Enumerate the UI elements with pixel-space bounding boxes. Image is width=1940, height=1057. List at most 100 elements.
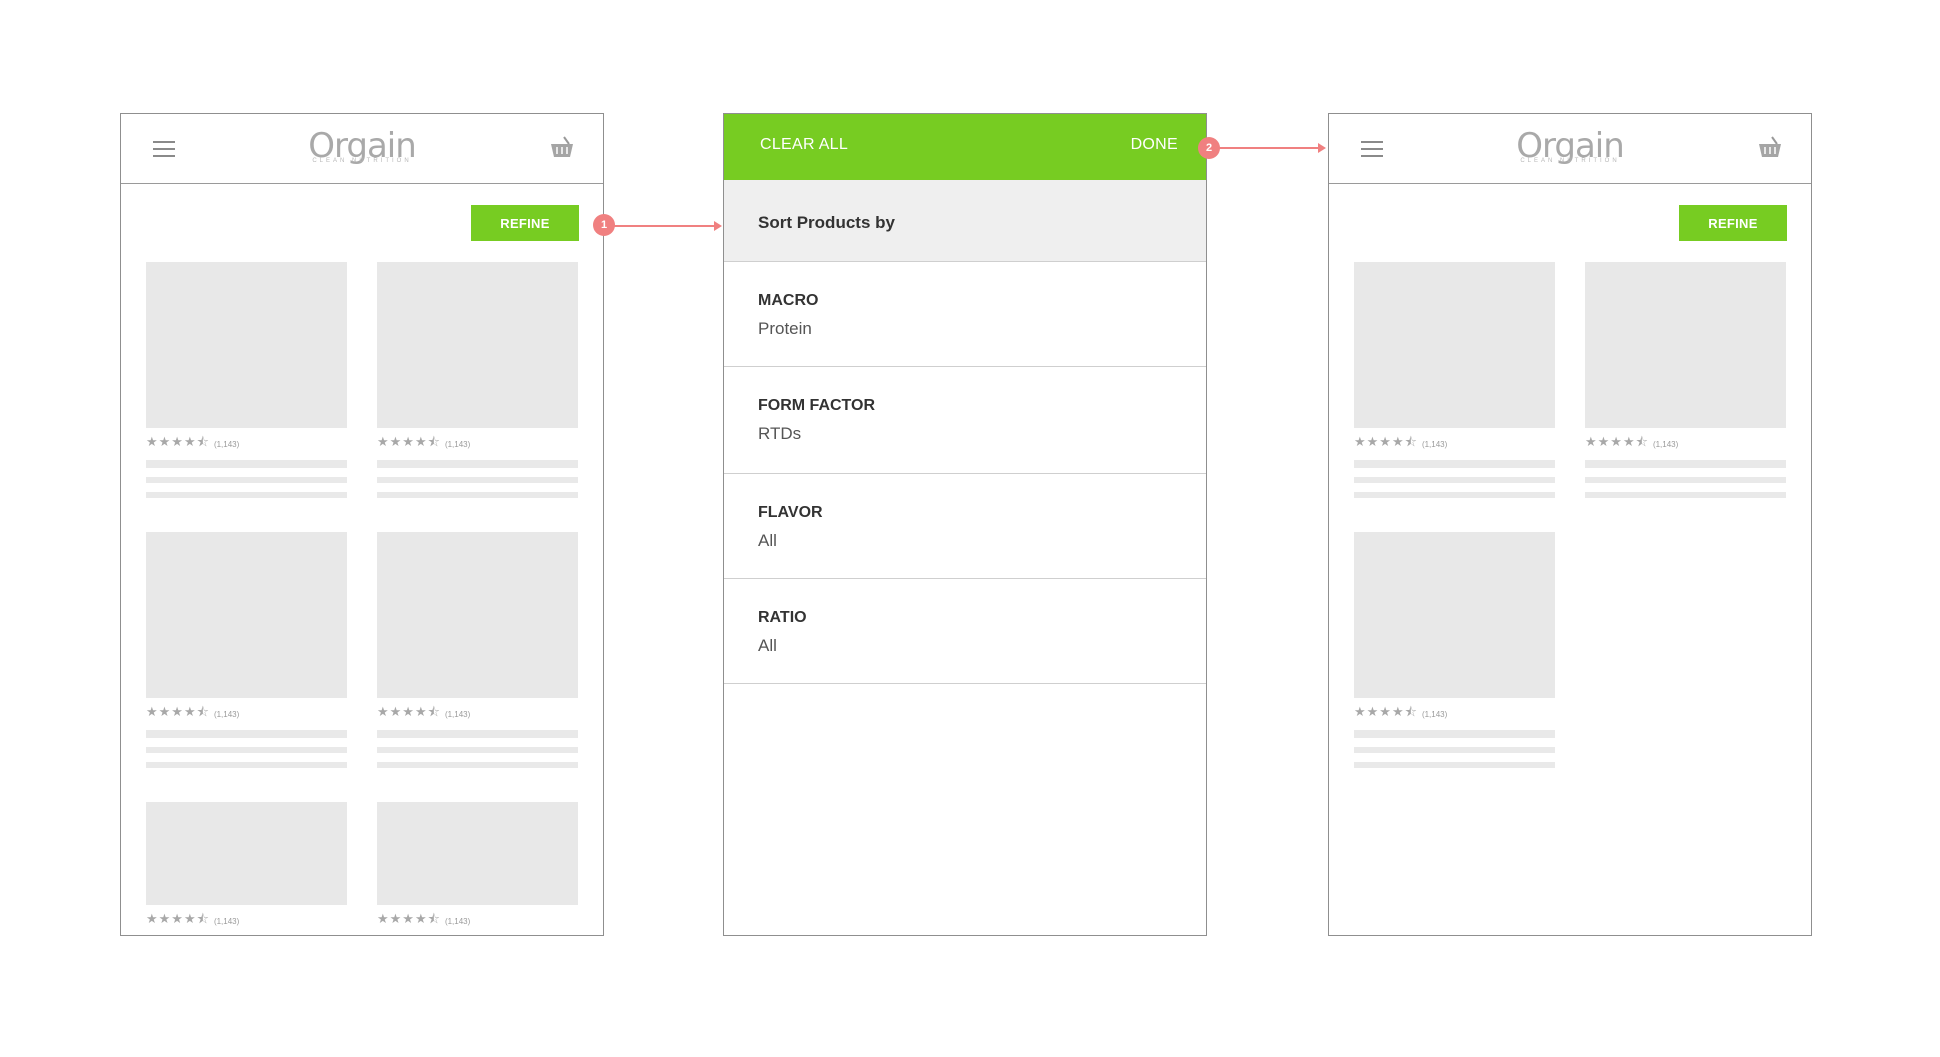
- filter-row-ratio[interactable]: RATIO All: [724, 579, 1206, 684]
- sort-products-header[interactable]: Sort Products by: [724, 180, 1206, 262]
- basket-icon[interactable]: [1757, 134, 1783, 160]
- product-text-placeholder: [1354, 762, 1555, 768]
- product-title-placeholder: [1585, 460, 1786, 468]
- product-card[interactable]: ★★★★⯪ (1,143): [146, 262, 347, 498]
- filter-value: All: [758, 636, 777, 655]
- product-image-placeholder: [146, 262, 347, 428]
- star-rating-icon: ★★★★⯪: [146, 435, 210, 450]
- basket-icon[interactable]: [549, 134, 575, 160]
- review-count: (1,143): [213, 916, 240, 926]
- star-rating-icon: ★★★★⯪: [146, 912, 210, 927]
- star-rating-icon: ★★★★⯪: [377, 705, 441, 720]
- product-title-placeholder: [377, 460, 578, 468]
- filter-title: FLAVOR: [758, 504, 823, 521]
- product-image-placeholder: [1585, 262, 1786, 428]
- star-rating-icon: ★★★★⯪: [377, 435, 441, 450]
- product-image-placeholder: [377, 802, 578, 905]
- product-image-placeholder: [377, 532, 578, 698]
- product-text-placeholder: [377, 762, 578, 768]
- product-image-placeholder: [377, 262, 578, 428]
- filter-row-macro[interactable]: MACRO Protein: [724, 262, 1206, 367]
- review-count: (1,143): [1421, 709, 1448, 719]
- done-button[interactable]: DONE: [1131, 136, 1178, 154]
- product-text-placeholder: [1354, 747, 1555, 753]
- filter-value: All: [758, 531, 777, 550]
- review-count: (1,143): [1652, 439, 1679, 449]
- product-card[interactable]: ★★★★⯪ (1,143): [1354, 532, 1555, 768]
- product-text-placeholder: [146, 477, 347, 483]
- review-count: (1,143): [444, 439, 471, 449]
- product-rating: ★★★★⯪ (1,143): [146, 433, 347, 451]
- logo-tagline: CLEAN NUTRITION: [312, 158, 412, 164]
- star-rating-icon: ★★★★⯪: [377, 912, 441, 927]
- filter-value: RTDs: [758, 424, 802, 443]
- review-count: (1,143): [213, 709, 240, 719]
- flow-arrow: [614, 221, 722, 231]
- product-rating: ★★★★⯪ (1,143): [1354, 703, 1555, 721]
- product-rating: ★★★★⯪ (1,143): [377, 433, 578, 451]
- product-list-screen: Orgain CLEAN NUTRITION REFINE ★★★★⯪ (1,14…: [120, 113, 604, 936]
- logo-tagline: CLEAN NUTRITION: [1520, 158, 1620, 164]
- star-rating-icon: ★★★★⯪: [146, 705, 210, 720]
- star-rating-icon: ★★★★⯪: [1354, 705, 1418, 720]
- product-text-placeholder: [146, 762, 347, 768]
- product-card[interactable]: ★★★★⯪ (1,143): [1354, 262, 1555, 498]
- step-2-badge: 2: [1198, 137, 1220, 159]
- product-rating: ★★★★⯪ (1,143): [377, 703, 578, 721]
- sort-products-label: Sort Products by: [758, 213, 895, 232]
- product-image-placeholder: [146, 532, 347, 698]
- review-count: (1,143): [213, 439, 240, 449]
- product-image-placeholder: [1354, 532, 1555, 698]
- product-rating: ★★★★⯪ (1,143): [377, 910, 578, 928]
- product-rating: ★★★★⯪ (1,143): [146, 703, 347, 721]
- product-text-placeholder: [1354, 477, 1555, 483]
- product-title-placeholder: [1354, 460, 1555, 468]
- product-rating: ★★★★⯪ (1,143): [146, 910, 347, 928]
- product-card[interactable]: ★★★★⯪ (1,143): [1585, 262, 1786, 498]
- filter-title: RATIO: [758, 609, 807, 626]
- product-text-placeholder: [146, 747, 347, 753]
- product-card[interactable]: ★★★★⯪ (1,143): [146, 532, 347, 768]
- product-card[interactable]: ★★★★⯪ (1,143): [377, 262, 578, 498]
- product-title-placeholder: [377, 730, 578, 738]
- refine-button[interactable]: REFINE: [471, 205, 579, 241]
- product-text-placeholder: [377, 747, 578, 753]
- flow-arrow: [1218, 143, 1326, 153]
- filter-value: Protein: [758, 319, 812, 338]
- refine-button[interactable]: REFINE: [1679, 205, 1787, 241]
- product-card[interactable]: ★★★★⯪ (1,143): [146, 802, 347, 928]
- filter-title: MACRO: [758, 292, 819, 309]
- filtered-product-list-screen: Orgain CLEAN NUTRITION REFINE ★★★★⯪ (1,14…: [1328, 113, 1812, 936]
- filter-title: FORM FACTOR: [758, 397, 876, 414]
- product-title-placeholder: [146, 730, 347, 738]
- product-text-placeholder: [377, 492, 578, 498]
- product-card[interactable]: ★★★★⯪ (1,143): [377, 532, 578, 768]
- product-text-placeholder: [377, 477, 578, 483]
- star-rating-icon: ★★★★⯪: [1585, 435, 1649, 450]
- product-image-placeholder: [146, 802, 347, 905]
- review-count: (1,143): [444, 709, 471, 719]
- brand-logo[interactable]: Orgain CLEAN NUTRITION: [1329, 128, 1811, 164]
- product-title-placeholder: [1354, 730, 1555, 738]
- product-rating: ★★★★⯪ (1,143): [1354, 433, 1555, 451]
- site-header: Orgain CLEAN NUTRITION: [121, 114, 603, 184]
- product-card[interactable]: ★★★★⯪ (1,143): [377, 802, 578, 928]
- product-title-placeholder: [146, 460, 347, 468]
- product-image-placeholder: [1354, 262, 1555, 428]
- filter-row-flavor[interactable]: FLAVOR All: [724, 474, 1206, 579]
- review-count: (1,143): [1421, 439, 1448, 449]
- product-text-placeholder: [1585, 492, 1786, 498]
- filter-panel-screen: CLEAR ALL DONE Sort Products by MACRO Pr…: [723, 113, 1207, 936]
- clear-all-button[interactable]: CLEAR ALL: [760, 136, 848, 154]
- filter-topbar: CLEAR ALL DONE: [724, 114, 1206, 180]
- star-rating-icon: ★★★★⯪: [1354, 435, 1418, 450]
- site-header: Orgain CLEAN NUTRITION: [1329, 114, 1811, 184]
- review-count: (1,143): [444, 916, 471, 926]
- product-text-placeholder: [1585, 477, 1786, 483]
- filter-row-form-factor[interactable]: FORM FACTOR RTDs: [724, 367, 1206, 474]
- product-rating: ★★★★⯪ (1,143): [1585, 433, 1786, 451]
- product-text-placeholder: [1354, 492, 1555, 498]
- step-1-badge: 1: [593, 214, 615, 236]
- brand-logo[interactable]: Orgain CLEAN NUTRITION: [121, 128, 603, 164]
- product-text-placeholder: [146, 492, 347, 498]
